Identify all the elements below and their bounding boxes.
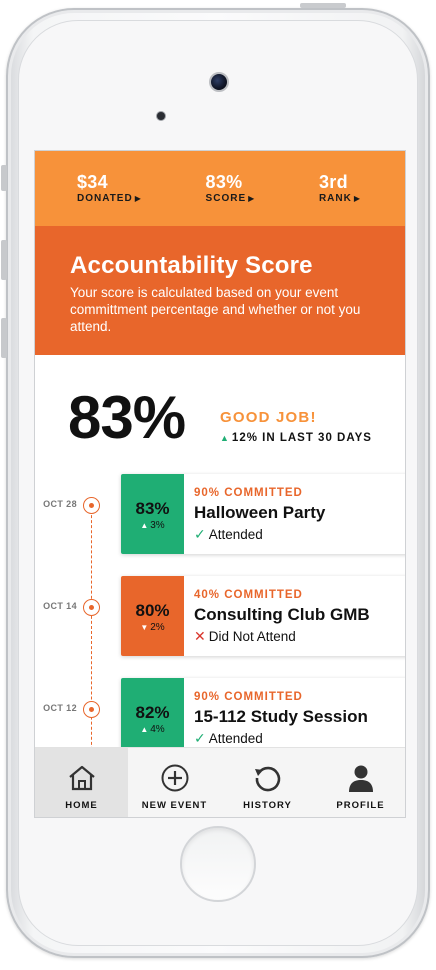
timeline-dot-icon	[83, 497, 100, 514]
stat-donated-value: $34	[77, 172, 108, 192]
event-name: 15-112 Study Session	[194, 707, 368, 726]
volume-down-button	[1, 318, 7, 358]
stat-score-label: SCORE ▶	[205, 193, 256, 204]
timeline-event: OCT 14 80% ▼ 2% 40% COMMITTED Consulting …	[35, 567, 405, 656]
event-timeline: OCT 28 83% ▲ 3% 90% COMMITTED Halloween P…	[35, 465, 405, 765]
triangle-up-icon: ▲	[140, 521, 149, 530]
event-name: Halloween Party	[194, 503, 326, 522]
trend-up-icon: ▲	[220, 433, 230, 443]
profile-icon	[314, 762, 405, 794]
event-date: OCT 28	[43, 499, 77, 509]
event-status: ✕ Did Not Attend	[194, 628, 296, 644]
triangle-up-icon: ▲	[140, 725, 149, 734]
timeline-dot-icon	[83, 599, 100, 616]
page-title: Accountability Score	[70, 252, 313, 279]
stat-rank-label: RANK ▶	[318, 193, 361, 204]
proximity-sensor	[156, 111, 166, 121]
stat-rank[interactable]: 3rd RANK ▶	[319, 173, 361, 204]
event-delta: ▲ 3%	[140, 520, 165, 531]
tab-home[interactable]: HOME	[35, 748, 128, 817]
stat-rank-value: 3rd	[318, 172, 348, 192]
event-delta: ▼ 2%	[140, 622, 165, 633]
big-score-value: 83%	[68, 384, 186, 451]
volume-up-button	[1, 240, 7, 280]
app-screen: $34 DONATED ▶ 83% SCORE ▶ 3rd RANK ▶ Accoun…	[34, 150, 406, 818]
tab-new-event-label: NEW EVENT	[141, 800, 208, 811]
event-name: Consulting Club GMB	[194, 605, 370, 624]
event-score-badge: 83% ▲ 3%	[121, 474, 184, 554]
plus-circle-icon	[128, 762, 221, 794]
event-committed: 90% COMMITTED	[194, 691, 303, 703]
event-score-badge: 82% ▲ 4%	[121, 678, 184, 758]
event-date: OCT 12	[43, 703, 77, 713]
event-status: ✓ Attended	[194, 526, 263, 542]
event-score: 82%	[135, 703, 170, 722]
event-committed: 40% COMMITTED	[194, 589, 303, 601]
event-score-badge: 80% ▼ 2%	[121, 576, 184, 656]
tab-profile[interactable]: PROFILE	[314, 748, 405, 817]
stats-bar: $34 DONATED ▶ 83% SCORE ▶ 3rd RANK ▶	[35, 151, 405, 226]
event-card[interactable]: 82% ▲ 4% 90% COMMITTED 15-112 Study Sessi…	[121, 678, 405, 758]
score-header: Accountability Score Your score is calcu…	[35, 226, 405, 355]
check-icon: ✓	[194, 730, 206, 746]
tab-profile-label: PROFILE	[336, 800, 385, 811]
event-committed: 90% COMMITTED	[194, 487, 303, 499]
tab-history[interactable]: HISTORY	[221, 748, 314, 817]
caret-right-icon: ▶	[353, 194, 361, 203]
tab-new-event[interactable]: NEW EVENT	[128, 748, 221, 817]
score-description: Your score is calculated based on your e…	[70, 285, 361, 334]
check-icon: ✓	[194, 526, 206, 542]
event-status: ✓ Attended	[194, 730, 263, 746]
timeline-event: OCT 28 83% ▲ 3% 90% COMMITTED Halloween P…	[35, 465, 405, 554]
caret-right-icon: ▶	[248, 194, 256, 203]
timeline-dot-icon	[83, 701, 100, 718]
event-score: 80%	[135, 601, 170, 620]
history-icon	[221, 762, 314, 794]
score-trend: ▲ 12% IN LAST 30 DAYS	[220, 432, 372, 444]
timeline-event: OCT 12 82% ▲ 4% 90% COMMITTED 15-112 Stud…	[35, 669, 405, 758]
x-icon: ✕	[194, 628, 206, 644]
front-camera	[209, 72, 229, 92]
event-card[interactable]: 83% ▲ 3% 90% COMMITTED Halloween Party ✓ A…	[121, 474, 405, 554]
tab-home-label: HOME	[65, 800, 98, 811]
mute-switch	[1, 165, 7, 191]
stat-donated-label: DONATED ▶	[77, 193, 142, 204]
score-summary: 83% GOOD JOB! ▲ 12% IN LAST 30 DAYS	[35, 355, 405, 465]
event-delta: ▲ 4%	[140, 724, 165, 735]
tab-history-label: HISTORY	[243, 800, 292, 811]
stat-donated[interactable]: $34 DONATED ▶	[77, 173, 142, 204]
event-card[interactable]: 80% ▼ 2% 40% COMMITTED Consulting Club GM…	[121, 576, 405, 656]
home-hardware-button[interactable]	[180, 826, 256, 902]
tab-bar: HOME NEW EVENT HISTORY PROFILE	[35, 747, 405, 817]
score-message: GOOD JOB!	[220, 409, 317, 426]
stat-score-value: 83%	[205, 172, 243, 192]
stat-score[interactable]: 83% SCORE ▶	[206, 173, 256, 204]
event-score: 83%	[135, 499, 170, 518]
power-button	[300, 3, 346, 8]
caret-right-icon: ▶	[134, 194, 142, 203]
home-icon	[35, 762, 128, 794]
event-date: OCT 14	[43, 601, 77, 611]
triangle-down-icon: ▼	[140, 623, 149, 632]
